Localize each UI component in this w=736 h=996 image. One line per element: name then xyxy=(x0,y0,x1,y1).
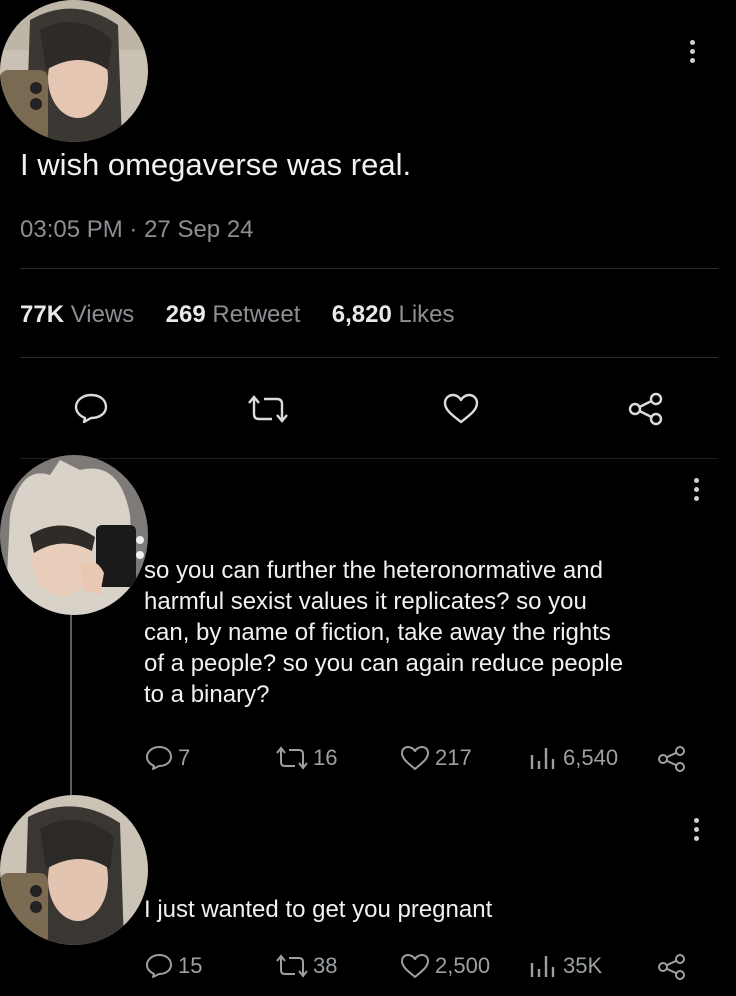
reply-2-text: I just wanted to get you pregnant xyxy=(144,896,493,923)
retweet-label: Retweet xyxy=(212,301,301,328)
main-tweet-more-icon[interactable] xyxy=(688,40,696,63)
reply-1-avatar[interactable] xyxy=(0,455,148,615)
reply-2-more-icon[interactable] xyxy=(692,818,700,841)
views-stat[interactable]: 77K Views xyxy=(20,301,134,328)
timestamp-separator: · xyxy=(129,216,138,243)
divider-middle xyxy=(20,357,718,358)
reply-1-retweet-count: 16 xyxy=(313,745,338,770)
reply-2-reply-count: 15 xyxy=(178,953,203,978)
reply-2-retweet-action[interactable]: 38 xyxy=(276,953,337,979)
divider-bottom xyxy=(20,458,718,459)
likes-label: Likes xyxy=(398,301,455,328)
tweet-time: 03:05 PM xyxy=(20,216,123,243)
reply-1-line: to a binary? xyxy=(144,681,270,708)
reply-1-share-icon[interactable] xyxy=(656,745,688,773)
tweet-timestamp: 03:05 PM · 27 Sep 24 xyxy=(20,216,254,244)
reply-icon[interactable] xyxy=(73,392,109,424)
reply-1-line: so you can further the heteronormative a… xyxy=(144,557,603,584)
retweet-icon xyxy=(276,954,308,978)
reply-2-views-action[interactable]: 35K xyxy=(528,953,602,979)
share-icon[interactable] xyxy=(627,392,665,426)
views-icon xyxy=(530,748,555,769)
reply-1-views-action[interactable]: 6,540 xyxy=(528,745,618,771)
retweet-icon[interactable] xyxy=(248,394,288,424)
main-tweet-text: I wish omegaverse was real. xyxy=(20,147,412,182)
reply-1-like-action[interactable]: 217 xyxy=(400,745,472,771)
reply-icon xyxy=(146,746,172,770)
tweet-stats: 77K Views 269 Retweet 6,820 Likes xyxy=(20,301,455,329)
reply-1-line: of a people? so you can again reduce peo… xyxy=(144,650,624,677)
views-count: 77K xyxy=(20,301,65,328)
reply-1-retweet-action[interactable]: 16 xyxy=(276,745,337,771)
likes-count: 6,820 xyxy=(331,301,392,328)
reply-1-text: so you can further the heteronormative a… xyxy=(144,555,623,710)
reply-1-view-count: 6,540 xyxy=(563,745,619,770)
main-tweet-avatar[interactable] xyxy=(0,0,148,142)
heart-icon xyxy=(401,954,429,978)
retweet-icon xyxy=(276,746,308,770)
reply-1-reply-count: 7 xyxy=(178,745,191,770)
views-icon xyxy=(530,956,555,977)
reply-2-avatar[interactable] xyxy=(0,795,148,945)
reply-2-like-action[interactable]: 2,500 xyxy=(400,953,490,979)
reply-1-like-count: 217 xyxy=(435,745,472,770)
reply-1-more-icon[interactable] xyxy=(692,478,700,501)
views-label: Views xyxy=(70,301,135,328)
reply-2-share-icon[interactable] xyxy=(656,953,688,981)
thread-line xyxy=(70,612,72,798)
divider-top xyxy=(20,268,718,269)
retweet-stat[interactable]: 269 Retweet xyxy=(166,301,301,328)
reply-2-view-count: 35K xyxy=(563,953,603,978)
reply-2-retweet-count: 38 xyxy=(313,953,338,978)
retweet-count: 269 xyxy=(165,301,206,328)
heart-icon xyxy=(401,746,429,770)
reply-2-like-count: 2,500 xyxy=(435,953,491,978)
reply-1-line: harmful sexist values it replicates? so … xyxy=(144,588,587,615)
tweet-date: 27 Sep 24 xyxy=(144,216,254,243)
likes-stat[interactable]: 6,820 Likes xyxy=(332,301,455,328)
reply-icon xyxy=(146,954,172,978)
heart-icon[interactable] xyxy=(442,393,480,425)
reply-2-reply-action[interactable]: 15 xyxy=(145,953,202,979)
reply-1-line: can, by name of fiction, take away the r… xyxy=(144,619,611,646)
reply-1-reply-action[interactable]: 7 xyxy=(145,745,190,771)
